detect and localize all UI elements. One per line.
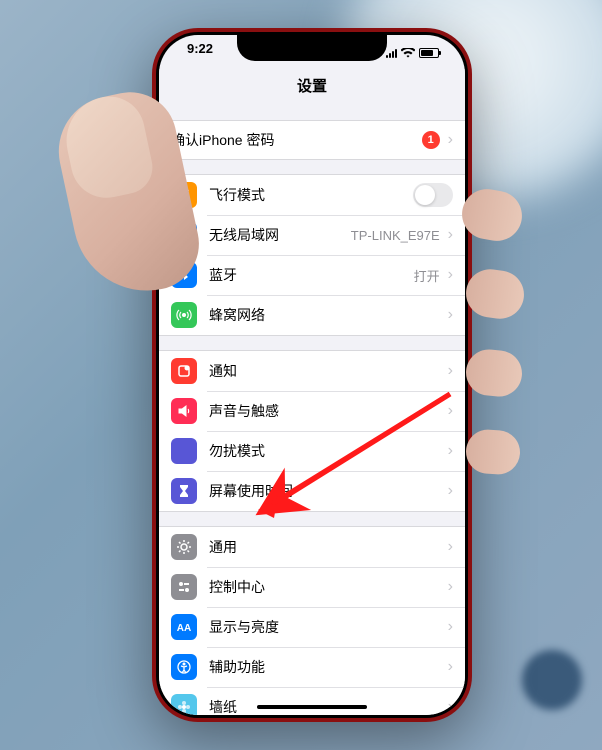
row-display[interactable]: AA 显示与亮度 › xyxy=(159,607,465,647)
row-label: 勿扰模式 xyxy=(209,441,444,461)
chevron-right-icon: › xyxy=(448,402,453,420)
chevron-right-icon: › xyxy=(448,131,453,149)
sound-icon xyxy=(171,398,197,424)
row-label: 确认iPhone 密码 xyxy=(171,130,422,150)
moon-icon xyxy=(171,438,197,464)
gear-icon xyxy=(171,534,197,560)
cellular-icon xyxy=(171,302,197,328)
signal-icon xyxy=(386,48,397,58)
settings-group: 通用 › 控制中心 › AA 显示与亮度 xyxy=(159,526,465,715)
row-label: 无线局域网 xyxy=(209,225,351,245)
settings-group: 通知 › 声音与触感 › 勿扰模式 xyxy=(159,350,465,512)
notch xyxy=(237,35,387,61)
battery-icon xyxy=(419,48,439,58)
row-label: 蓝牙 xyxy=(209,265,414,285)
chevron-right-icon: › xyxy=(448,618,453,636)
row-cellular[interactable]: 蜂窝网络 › xyxy=(159,295,465,335)
chevron-right-icon: › xyxy=(448,538,453,556)
row-dnd[interactable]: 勿扰模式 › xyxy=(159,431,465,471)
row-wifi[interactable]: 无线局域网 TP-LINK_E97E › xyxy=(159,215,465,255)
person-icon xyxy=(171,654,197,680)
row-wallpaper[interactable]: 墙纸 › xyxy=(159,687,465,715)
row-label: 蜂窝网络 xyxy=(209,305,444,325)
row-label: 声音与触感 xyxy=(209,401,444,421)
phone-frame: 9:22 设置 确认iPhone 密码 1 › xyxy=(152,28,472,722)
chevron-right-icon: › xyxy=(448,698,453,715)
hourglass-icon xyxy=(171,478,197,504)
row-value: TP-LINK_E97E xyxy=(351,228,440,243)
row-bluetooth[interactable]: 蓝牙 打开 › xyxy=(159,255,465,295)
chevron-right-icon: › xyxy=(448,306,453,324)
svg-text:AA: AA xyxy=(177,623,191,634)
row-label: 控制中心 xyxy=(209,577,444,597)
page-title: 设置 xyxy=(159,69,465,106)
row-label: 辅助功能 xyxy=(209,657,444,677)
toggle-switch[interactable] xyxy=(413,183,453,207)
row-control-center[interactable]: 控制中心 › xyxy=(159,567,465,607)
wifi-status-icon xyxy=(401,48,415,58)
sliders-icon xyxy=(171,574,197,600)
chevron-right-icon: › xyxy=(448,362,453,380)
settings-group: 确认iPhone 密码 1 › xyxy=(159,120,465,160)
settings-group: 飞行模式 无线局域网 TP-LINK_E97E › xyxy=(159,174,465,336)
hand-finger xyxy=(464,347,525,399)
row-label: 屏幕使用时间 xyxy=(209,481,444,501)
row-sounds[interactable]: 声音与触感 › xyxy=(159,391,465,431)
row-general[interactable]: 通用 › xyxy=(159,527,465,567)
chevron-right-icon: › xyxy=(448,266,453,284)
flower-icon xyxy=(171,694,197,715)
chevron-right-icon: › xyxy=(448,482,453,500)
hand-finger xyxy=(465,428,522,476)
phone-screen: 9:22 设置 确认iPhone 密码 1 › xyxy=(159,35,465,715)
row-value: 打开 xyxy=(414,266,440,285)
bell-icon xyxy=(171,358,197,384)
chevron-right-icon: › xyxy=(448,226,453,244)
row-airplane-mode[interactable]: 飞行模式 xyxy=(159,175,465,215)
row-label: 通用 xyxy=(209,537,444,557)
badge: 1 xyxy=(422,131,440,149)
row-label: 显示与亮度 xyxy=(209,617,444,637)
row-notifications[interactable]: 通知 › xyxy=(159,351,465,391)
row-screentime[interactable]: 屏幕使用时间 › xyxy=(159,471,465,511)
aa-icon: AA xyxy=(171,614,197,640)
hand-finger xyxy=(463,266,527,322)
chevron-right-icon: › xyxy=(448,658,453,676)
status-time: 9:22 xyxy=(179,41,213,65)
home-indicator[interactable] xyxy=(257,705,367,709)
row-confirm-passcode[interactable]: 确认iPhone 密码 1 › xyxy=(159,121,465,159)
chevron-right-icon: › xyxy=(448,578,453,596)
row-label: 通知 xyxy=(209,361,444,381)
row-accessibility[interactable]: 辅助功能 › xyxy=(159,647,465,687)
chevron-right-icon: › xyxy=(448,442,453,460)
row-label: 飞行模式 xyxy=(209,185,413,205)
